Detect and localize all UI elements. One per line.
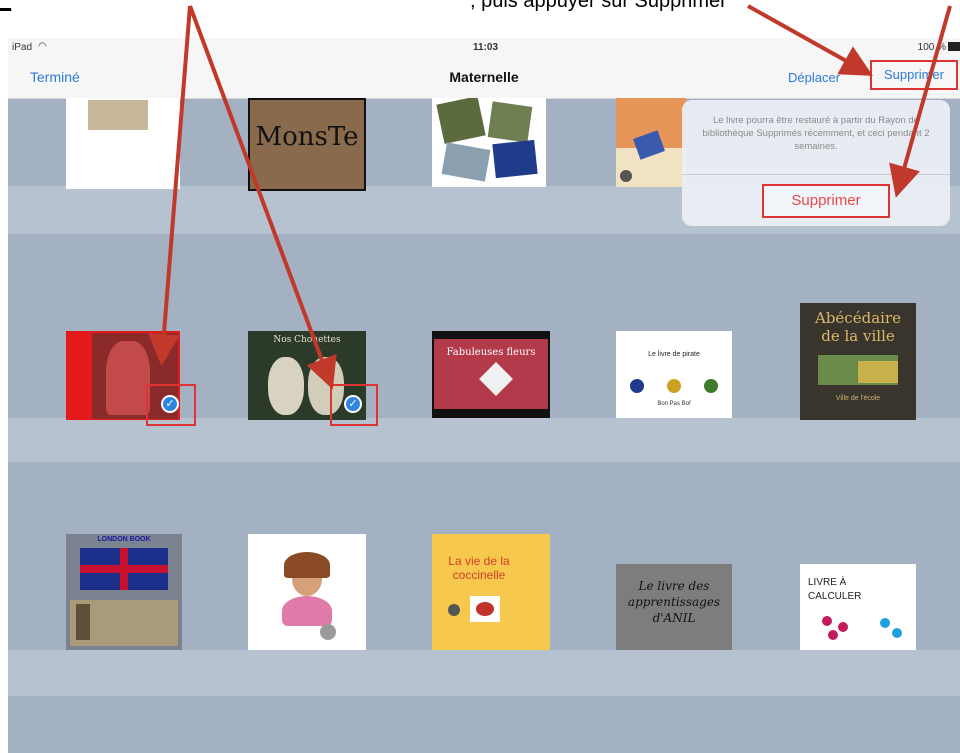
book-cover[interactable] — [432, 98, 546, 187]
book-cover[interactable]: Le livre des apprentissages d'ANIL — [616, 564, 732, 650]
popover-message: Le livre pourra être restauré à partir d… — [702, 115, 930, 152]
move-button[interactable]: Déplacer — [788, 70, 840, 85]
shelf-ledge — [8, 650, 960, 696]
clock: 11:03 — [473, 42, 499, 53]
selection-highlight — [146, 384, 196, 426]
book-cover[interactable]: La vie de la coccinelle — [432, 534, 550, 650]
book-cover[interactable]: LONDON BOOK — [66, 534, 182, 650]
book-cover[interactable]: LIVRE À CALCULER — [800, 564, 916, 650]
battery-icon — [948, 42, 960, 51]
caption-fragment-left: _ — [0, 0, 12, 12]
navigation-bar: Terminé Maternelle Déplacer Supprimer — [8, 58, 960, 99]
book-cover[interactable]: MonsTe — [248, 98, 366, 191]
popover-divider — [682, 174, 950, 175]
book-cover[interactable]: Abécédaire de la ville Ville de l'école — [800, 303, 916, 420]
delete-button[interactable]: Supprimer — [870, 60, 958, 90]
instruction-caption: _ , puis appuyer sur Supprimer — [0, 0, 960, 30]
delete-confirmation-popover: Le livre pourra être restauré à partir d… — [682, 100, 950, 226]
book-cover[interactable] — [248, 534, 366, 650]
ipad-screen: iPad ◠ 11:03 100 % Terminé Maternelle Dé… — [8, 38, 960, 753]
confirm-delete-button[interactable]: Supprimer — [762, 184, 890, 218]
book-cover[interactable] — [66, 98, 180, 189]
book-cover[interactable]: Le livre de pirate Bon Pas Bof — [616, 331, 732, 418]
selection-highlight — [330, 384, 378, 426]
status-bar: iPad ◠ 11:03 100 % — [8, 38, 960, 58]
wifi-icon: ◠ — [38, 41, 47, 52]
book-cover[interactable] — [616, 98, 686, 187]
caption-fragment-right: , puis appuyer sur Supprimer — [470, 0, 727, 12]
battery-percent: 100 % — [917, 42, 946, 53]
carrier-label: iPad — [12, 42, 33, 53]
book-cover[interactable]: Fabuleuses fleurs — [432, 331, 550, 418]
